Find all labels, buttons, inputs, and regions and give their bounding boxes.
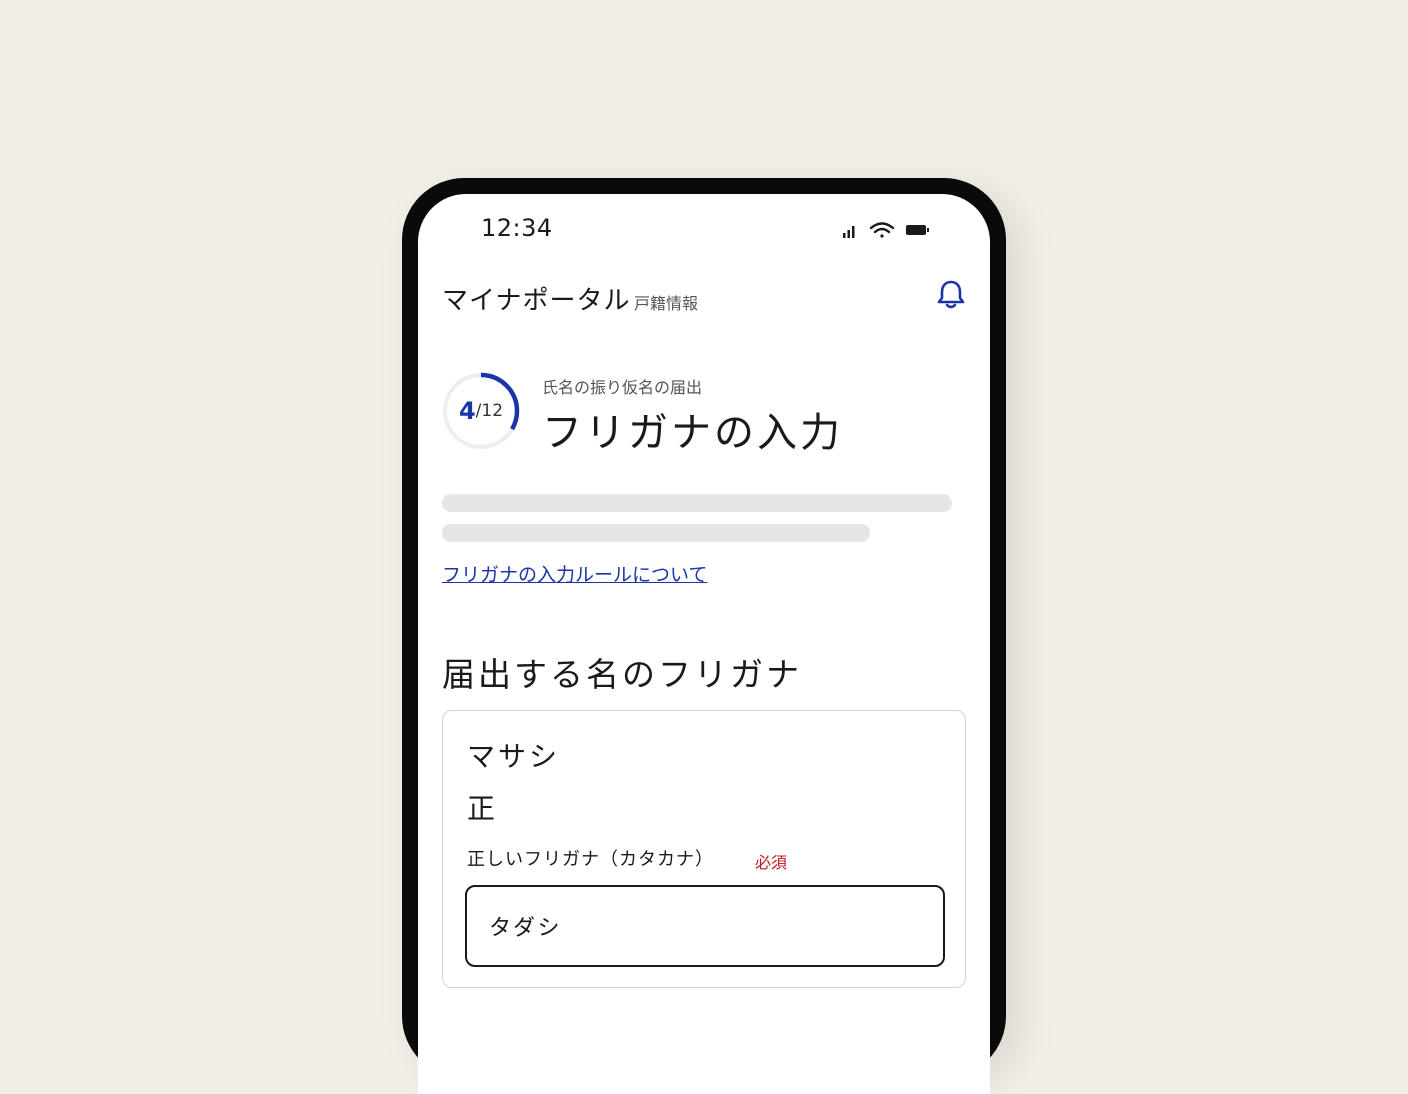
progress-current: 4 <box>458 397 476 425</box>
current-kana: マサシ <box>467 740 561 773</box>
progress-total: /12 <box>475 401 504 421</box>
signal-icon <box>843 226 855 238</box>
required-badge: 必須 <box>755 853 788 872</box>
furigana-field-label: 正しいフリガナ（カタカナ） <box>467 849 714 870</box>
furigana-input[interactable] <box>465 885 945 967</box>
app-title: マイナポータル <box>442 286 631 316</box>
name-kanji: 正 <box>467 792 496 825</box>
skeleton-line <box>442 494 952 512</box>
phone-screen: 12:34 マイナポータル 戸籍情報 4 /12 氏名の振り仮名の届出 フリガナ… <box>418 194 990 1094</box>
wifi-icon <box>869 222 895 238</box>
phone-frame: 12:34 マイナポータル 戸籍情報 4 /12 氏名の振り仮名の届出 フリガナ… <box>402 178 1006 1094</box>
battery-icon <box>906 225 929 235</box>
step-title: フリガナの入力 <box>542 410 843 456</box>
status-icons <box>843 222 929 238</box>
section-title: 届出する名のフリガナ <box>442 655 802 694</box>
input-rules-link[interactable]: フリガナの入力ルールについて <box>442 560 707 587</box>
name-card: マサシ 正 正しいフリガナ（カタカナ） 必須 <box>442 710 966 988</box>
step-label: 氏名の振り仮名の届出 <box>542 378 703 397</box>
skeleton-line <box>442 524 870 542</box>
progress-counter: 4/12 <box>440 370 522 452</box>
bell-icon[interactable] <box>934 278 968 312</box>
app-subtitle: 戸籍情報 <box>634 294 699 313</box>
status-time: 12:34 <box>481 214 553 242</box>
